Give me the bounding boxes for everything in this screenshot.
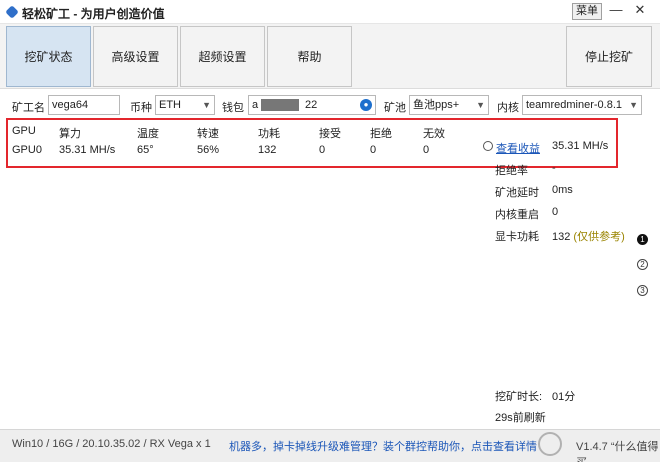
close-icon[interactable]: ✕ [633, 2, 647, 18]
magnifier-icon [483, 141, 493, 151]
minimize-icon[interactable]: — [609, 2, 623, 17]
gpu-power-note: (仅供参考) [573, 231, 625, 243]
app-logo-icon [5, 5, 19, 19]
step-1-icon[interactable]: 1 [637, 234, 648, 245]
chevron-down-icon: ▼ [629, 100, 638, 110]
gpu-cell: GPU0 [12, 144, 42, 156]
pool-label: 矿池 [384, 102, 406, 114]
reject-rate-label: 拒绝率 [495, 165, 528, 177]
gpu-header: GPU [12, 125, 36, 137]
app-title: 轻松矿工 - 为用户创造价值 [22, 7, 165, 21]
promo-link[interactable]: 机器多，掉卡掉线升级难管理？装个群控帮助你，点击查看详情 [229, 438, 537, 454]
wallet-input[interactable]: a 22 ● [248, 95, 376, 115]
rejected-header: 拒绝 [370, 128, 392, 140]
kernel-select[interactable]: teamredminer-0.8.1 ▼ [522, 95, 642, 115]
kernel-label: 内核 [497, 102, 519, 114]
kernel-restart-label: 内核重启 [495, 209, 539, 221]
gpu-power-value: 132 (仅供参考) [552, 228, 625, 244]
tab-help[interactable]: 帮助 [267, 26, 352, 87]
pool-value: 鱼池pps+ [413, 99, 460, 111]
gpu-power-label: 显卡功耗 [495, 231, 539, 243]
accepted-header: 接受 [319, 128, 341, 140]
wallet-prefix: a [252, 99, 259, 111]
version-label: V1.4.7 “什么值得买 [576, 441, 659, 462]
tab-mining-status[interactable]: 挖矿状态 [6, 26, 91, 87]
invalid-cell: 0 [423, 144, 430, 156]
wallet-suffix: 22 [305, 99, 318, 111]
coin-value: ETH [159, 99, 181, 111]
title-bar: 轻松矿工 - 为用户创造价值 菜单 — ✕ [0, 0, 660, 24]
runtime-label: 挖矿时长: [495, 391, 543, 403]
eye-icon[interactable]: ● [360, 99, 372, 111]
refresh-time: 29s前刷新 [495, 412, 546, 424]
temperature-cell: 65° [137, 144, 154, 156]
hashrate-header: 算力 [59, 128, 81, 140]
pool-latency-value: 0ms [552, 184, 573, 196]
miner-name-input[interactable]: vega64 [48, 95, 120, 115]
accepted-cell: 0 [319, 144, 326, 156]
gpu-power-number: 132 [552, 231, 571, 243]
fan-speed-cell: 56% [197, 144, 220, 156]
reject-rate-value: - [552, 162, 556, 174]
kernel-value: teamredminer-0.8.1 [526, 99, 622, 111]
pool-select[interactable]: 鱼池pps+ ▼ [409, 95, 489, 115]
fan-speed-header: 转速 [197, 128, 219, 140]
step-3-icon[interactable]: 3 [637, 285, 648, 296]
rejected-cell: 0 [370, 144, 377, 156]
step-2-icon[interactable]: 2 [637, 259, 648, 270]
tab-overclock-settings[interactable]: 超频设置 [180, 26, 265, 87]
wallet-mask [261, 99, 299, 111]
power-cell: 132 [258, 144, 277, 156]
pool-latency-label: 矿池延时 [495, 187, 539, 199]
miner-name-label: 矿工名 [12, 102, 45, 114]
tab-advanced-settings[interactable]: 高级设置 [93, 26, 178, 87]
tab-bar: 挖矿状态 高级设置 超频设置 帮助 停止挖矿 [0, 24, 660, 89]
menu-button[interactable]: 菜单 [572, 3, 602, 20]
chevron-down-icon: ▼ [202, 100, 211, 110]
power-header: 功耗 [258, 128, 280, 140]
invalid-header: 无效 [423, 128, 445, 140]
wallet-label: 钱包 [222, 102, 244, 114]
chevron-down-icon: ▼ [476, 100, 485, 110]
coin-select[interactable]: ETH ▼ [155, 95, 215, 115]
stop-mining-button[interactable]: 停止挖矿 [566, 26, 652, 87]
watermark-logo [538, 432, 562, 456]
hashrate-cell: 35.31 MH/s [59, 144, 116, 156]
temperature-header: 温度 [137, 128, 159, 140]
kernel-restart-value: 0 [552, 206, 559, 218]
view-profit-link[interactable]: 查看收益 [496, 140, 540, 156]
runtime-value: 01分 [552, 391, 576, 403]
system-info: Win10 / 16G / 20.10.35.02 / RX Vega x 1 [12, 438, 211, 450]
coin-label: 币种 [130, 102, 152, 114]
total-hashrate-value: 35.31 MH/s [552, 140, 609, 152]
